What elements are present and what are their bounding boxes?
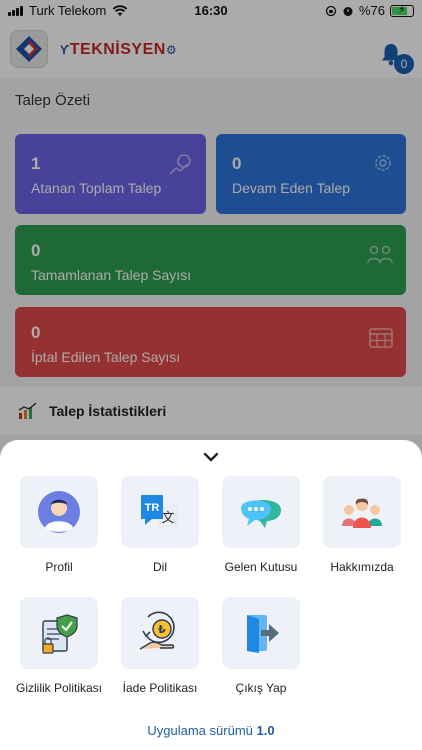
app-version: Uygulama sürümü 1.0: [0, 723, 422, 738]
menu-item-icon-box: [222, 476, 300, 548]
translate-icon: 文 TR: [141, 495, 179, 529]
menu-item-language[interactable]: 文 TR Dil: [110, 476, 210, 574]
version-number: 1.0: [256, 723, 275, 738]
menu-item-icon-box: [20, 597, 98, 669]
chevron-down-icon[interactable]: [201, 450, 221, 464]
menu-item-label: İade Politikası: [122, 681, 198, 695]
menu-item-icon-box: ₺: [121, 597, 199, 669]
svg-text:文: 文: [161, 511, 174, 526]
menu-item-icon-box: [323, 476, 401, 548]
privacy-shield-icon: [42, 614, 78, 654]
svg-text:TR: TR: [145, 502, 160, 514]
menu-item-privacy-policy[interactable]: Gizlilik Politikası: [9, 597, 109, 695]
menu-item-label: Çıkış Yap: [235, 681, 287, 695]
menu-item-label: Gizlilik Politikası: [15, 681, 102, 695]
user-avatar-icon: [38, 491, 80, 533]
menu-item-refund-policy[interactable]: ₺ İade Politikası: [110, 597, 210, 695]
menu-item-label: Profil: [45, 560, 73, 574]
logout-door-icon: [247, 615, 279, 653]
menu-bottom-sheet: Profil 文 TR Dil Gelen Kutusu Hakkımızda …: [0, 440, 422, 750]
version-label: Uygulama sürümü: [147, 723, 253, 738]
menu-item-profile[interactable]: Profil: [9, 476, 109, 574]
menu-item-label: Dil: [153, 560, 167, 574]
chat-bubble-icon: [241, 500, 281, 528]
menu-item-inbox[interactable]: Gelen Kutusu: [211, 476, 311, 574]
menu-item-label: Hakkımızda: [330, 560, 394, 574]
menu-item-label: Gelen Kutusu: [224, 560, 298, 574]
menu-item-icon-box: [222, 597, 300, 669]
menu-item-icon-box: 文 TR: [121, 476, 199, 548]
refund-coin-icon: ₺: [139, 611, 175, 650]
svg-text:₺: ₺: [158, 623, 166, 636]
team-icon: [342, 498, 382, 528]
menu-item-icon-box: [20, 476, 98, 548]
menu-item-logout[interactable]: Çıkış Yap: [211, 597, 311, 695]
menu-item-about[interactable]: Hakkımızda: [312, 476, 412, 574]
